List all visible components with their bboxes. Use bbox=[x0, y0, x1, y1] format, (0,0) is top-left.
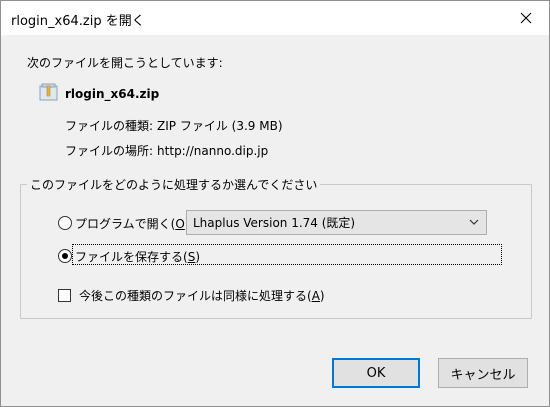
window-title: rlogin_x64.zip を開く bbox=[11, 14, 145, 29]
intro-text: 次のファイルを開こうとしています: bbox=[27, 56, 223, 70]
close-icon bbox=[520, 12, 532, 24]
remember-choice-checkbox[interactable] bbox=[58, 289, 71, 302]
file-type-row: ファイルの種類: ZIP ファイル (3.9 MB) bbox=[65, 117, 283, 134]
close-button[interactable] bbox=[503, 1, 549, 35]
ok-button[interactable]: OK bbox=[332, 358, 420, 388]
remember-accel: A bbox=[311, 289, 320, 303]
program-select-value: Lhaplus Version 1.74 (既定) bbox=[193, 216, 356, 230]
open-with-radio[interactable] bbox=[58, 216, 72, 230]
file-type-value: ZIP ファイル (3.9 MB) bbox=[157, 119, 283, 133]
group-legend: このファイルをどのように処理するか選んでください bbox=[27, 176, 321, 193]
remember-label-prefix: 今後この種類のファイルは同様に処理する( bbox=[79, 289, 312, 303]
save-file-label-prefix: ファイルを保存する( bbox=[75, 250, 188, 264]
title-bar[interactable]: rlogin_x64.zip を開く bbox=[1, 1, 549, 35]
file-location-value: http://nanno.dip.jp bbox=[157, 144, 269, 158]
open-with-accel: O bbox=[175, 217, 185, 231]
open-file-dialog: rlogin_x64.zip を開く 次のファイルを開こうとしています: rlo… bbox=[0, 0, 550, 407]
save-file-label-suffix: ) bbox=[195, 250, 200, 264]
file-type-label: ファイルの種類: bbox=[65, 119, 154, 133]
file-name: rlogin_x64.zip bbox=[65, 87, 160, 101]
file-location-row: ファイルの場所: http://nanno.dip.jp bbox=[65, 142, 268, 159]
save-file-label[interactable]: ファイルを保存する(S) bbox=[75, 248, 200, 265]
dialog-body: 次のファイルを開こうとしています: rlogin_x64.zip ファイルの種類… bbox=[1, 35, 549, 406]
open-with-label[interactable]: プログラムで開く(O): bbox=[75, 215, 194, 232]
cancel-button[interactable]: キャンセル bbox=[438, 358, 528, 388]
chevron-down-icon bbox=[469, 219, 479, 225]
zip-archive-icon bbox=[39, 83, 59, 103]
file-location-label: ファイルの場所: bbox=[65, 144, 154, 158]
open-with-label-prefix: プログラムで開く( bbox=[75, 217, 176, 231]
remember-choice-label[interactable]: 今後この種類のファイルは同様に処理する(A) bbox=[79, 287, 325, 304]
program-select[interactable]: Lhaplus Version 1.74 (既定) bbox=[186, 210, 487, 235]
remember-label-suffix: ) bbox=[319, 289, 325, 303]
save-file-radio[interactable] bbox=[58, 249, 72, 263]
